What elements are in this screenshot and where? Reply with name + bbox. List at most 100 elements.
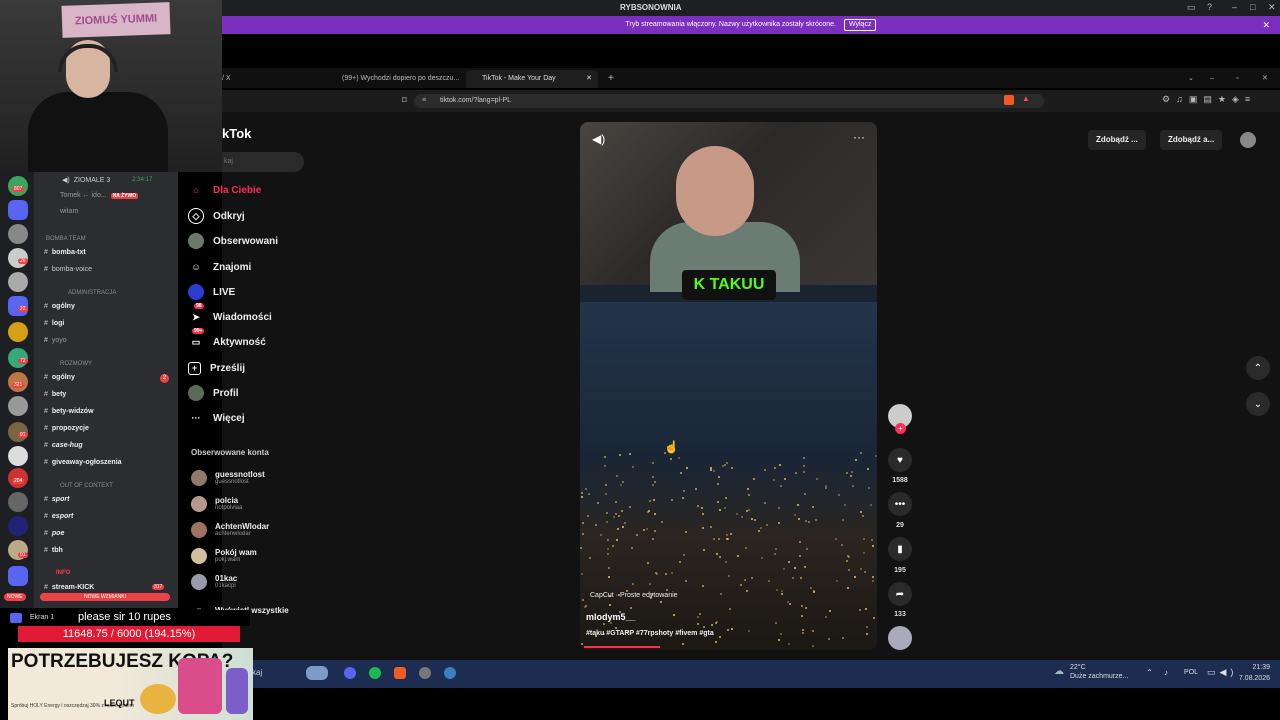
channel-item[interactable]: # sport xyxy=(44,496,69,503)
nav-explore[interactable]: ◇ Odkryj xyxy=(188,206,245,226)
steam-icon[interactable] xyxy=(444,667,456,679)
nav-following[interactable]: Obserwowani xyxy=(188,231,278,251)
nav-messages[interactable]: ➤ 98 Wiadomości xyxy=(188,303,272,327)
follow-plus-icon[interactable]: + xyxy=(895,423,906,434)
category-header[interactable]: Administracja xyxy=(68,290,116,296)
category-header[interactable]: OUT OF CONTEXT xyxy=(60,483,113,489)
channel-item[interactable]: # bety-widzów xyxy=(44,408,94,415)
user-avatar[interactable] xyxy=(1240,132,1256,148)
bookmark-icon[interactable]: ▮ xyxy=(888,537,912,561)
tab-youtube[interactable]: (99+) Wychodzi dopiero po deszczu... xyxy=(326,70,459,88)
server-icon[interactable] xyxy=(8,322,28,342)
bookmark-icon[interactable]: ⌑ xyxy=(402,95,407,106)
inbox-icon[interactable]: ▭ xyxy=(1187,2,1196,13)
video-hashtags[interactable]: #taku #GTARP #77rpshoty #fivem #gta xyxy=(586,630,714,637)
taskbar-search[interactable]: kaj xyxy=(252,668,262,677)
nav-activity[interactable]: ▭ 99+ Aktywność xyxy=(188,328,266,352)
channel-item[interactable]: # bety xyxy=(44,391,66,398)
new-mentions-bar[interactable]: NOWE NOWE WZMIANKI xyxy=(0,593,178,602)
network-volume-icon[interactable]: ▭◀) xyxy=(1207,667,1237,678)
voice-user[interactable]: witam xyxy=(60,208,78,215)
disable-streamer-mode-button[interactable]: Wyłącz xyxy=(843,19,877,31)
channel-item[interactable]: # case-hug xyxy=(44,442,83,449)
voice-channel[interactable]: ◀) ZIOMALE 3 2:34:17 xyxy=(62,176,152,185)
tab-tiktok[interactable]: TikTok - Make Your Day ✕ xyxy=(466,70,598,88)
extensions-icon[interactable]: ⚙♫▣▤★◈≡ xyxy=(1162,94,1256,105)
search-input[interactable]: kaj xyxy=(222,152,304,172)
share-icon[interactable]: ➦ xyxy=(888,582,912,606)
brave-icon[interactable] xyxy=(394,667,406,679)
channel-item[interactable]: # poe xyxy=(44,530,64,537)
comment-icon[interactable]: ••• xyxy=(888,492,912,516)
close-icon[interactable]: ✕ xyxy=(1268,2,1276,13)
tab-list-icon[interactable]: ⌄ xyxy=(1188,70,1194,88)
volume-icon[interactable]: ◀) xyxy=(592,132,605,146)
channel-item[interactable]: # ogólny xyxy=(44,303,75,310)
channel-item[interactable]: # esport xyxy=(44,513,73,520)
capcut-label[interactable]: CapCut · Proste edytowanie xyxy=(590,592,678,599)
nav-for-you[interactable]: ⌂ Dla Ciebie xyxy=(188,180,261,200)
weather-widget[interactable]: 22°C Duże zachmurze... xyxy=(1070,663,1128,681)
nav-upload[interactable]: + Prześlij xyxy=(188,358,245,378)
channel-item[interactable]: # giveaway-ogłoszenia xyxy=(44,459,122,466)
video-more-icon[interactable]: ··· xyxy=(853,130,865,144)
obs-icon[interactable] xyxy=(419,667,431,679)
followed-account[interactable]: 01kac 01kacpi xyxy=(191,570,237,594)
followed-account[interactable]: Pokój wam pokj.wam xyxy=(191,544,257,568)
close-window-icon[interactable]: ✕ xyxy=(1262,70,1268,88)
clock[interactable]: 21:39 7.08.2026 xyxy=(1239,662,1270,684)
nav-friends[interactable]: ☺ Znajomi xyxy=(188,257,251,277)
server-icon[interactable] xyxy=(8,566,28,586)
channel-item[interactable]: # bomba-voice xyxy=(44,266,92,273)
sound-disc-icon[interactable] xyxy=(888,626,912,650)
category-header[interactable]: INFO xyxy=(56,570,70,576)
site-info-icon[interactable]: ≡ xyxy=(422,94,426,108)
chevron-up-icon[interactable]: ⌃ xyxy=(1246,356,1270,380)
server-icon[interactable] xyxy=(8,446,28,466)
channel-item[interactable]: # propozycje xyxy=(44,425,89,432)
channel-item[interactable]: # logi xyxy=(44,320,64,327)
discord-icon[interactable] xyxy=(344,667,356,679)
voice-user[interactable]: Tomek ← ido... NA ŻYWO xyxy=(60,192,139,199)
channel-item[interactable]: # tbh xyxy=(44,547,63,554)
maximize-icon[interactable]: □ xyxy=(1250,2,1255,12)
nav-live[interactable]: LIVE xyxy=(188,282,235,302)
server-icon[interactable] xyxy=(8,272,28,292)
server-icon[interactable] xyxy=(8,200,28,220)
new-tab-icon[interactable]: + xyxy=(608,70,614,88)
get-app-button[interactable]: Zdobądź ... xyxy=(1088,130,1146,150)
microphone-icon[interactable]: ♪ xyxy=(1164,668,1168,677)
maximize-icon[interactable]: ▫ xyxy=(1236,70,1238,88)
url-field[interactable]: ≡ tiktok.com/?lang=pl-PL xyxy=(414,94,1044,108)
video-author[interactable]: mlodym5__ xyxy=(586,612,636,622)
followed-account[interactable]: polcia notpolviaa xyxy=(191,492,242,516)
server-icon[interactable] xyxy=(8,492,28,512)
get-desktop-button[interactable]: Zdobądź a... xyxy=(1160,130,1223,150)
tray-chevron-icon[interactable]: ⌃ xyxy=(1146,668,1153,677)
server-icon[interactable] xyxy=(8,516,28,536)
heart-icon[interactable]: ♥ xyxy=(888,448,912,472)
nav-profile[interactable]: Profil xyxy=(188,383,239,403)
video-player[interactable]: K TAKUU ◀) ··· CapCut · Proste edytowani… xyxy=(580,122,877,650)
language-indicator[interactable]: POL xyxy=(1184,669,1198,676)
followed-account[interactable]: guessnotlost guessnotlost xyxy=(191,466,265,490)
spotify-icon[interactable] xyxy=(369,667,381,679)
server-icon[interactable] xyxy=(8,224,28,244)
channel-item[interactable]: # yoyo xyxy=(44,337,67,344)
help-icon[interactable]: ? xyxy=(1207,2,1212,12)
channel-item[interactable]: # ogólny xyxy=(44,374,75,381)
close-banner-icon[interactable]: ✕ xyxy=(1262,16,1270,34)
nav-more[interactable]: ··· Więcej xyxy=(188,408,245,428)
tiktok-logo[interactable]: kTok xyxy=(222,126,251,141)
followed-account[interactable]: AchtenWlodar achtenwlodar xyxy=(191,518,269,542)
brave-shields-icon[interactable] xyxy=(1004,95,1014,105)
chevron-down-icon[interactable]: ⌄ xyxy=(1246,392,1270,416)
minimize-icon[interactable]: – xyxy=(1210,70,1214,88)
category-header[interactable]: Bomba Team xyxy=(46,236,86,242)
brave-rewards-icon[interactable]: ▲ xyxy=(1022,94,1030,103)
close-tab-icon[interactable]: ✕ xyxy=(586,70,592,88)
category-header[interactable]: ROZMOWY xyxy=(60,361,92,367)
minimize-icon[interactable]: – xyxy=(1232,2,1237,12)
tab-prefix[interactable]: / X xyxy=(222,70,231,88)
channel-item[interactable]: # bomba-txt xyxy=(44,249,86,256)
